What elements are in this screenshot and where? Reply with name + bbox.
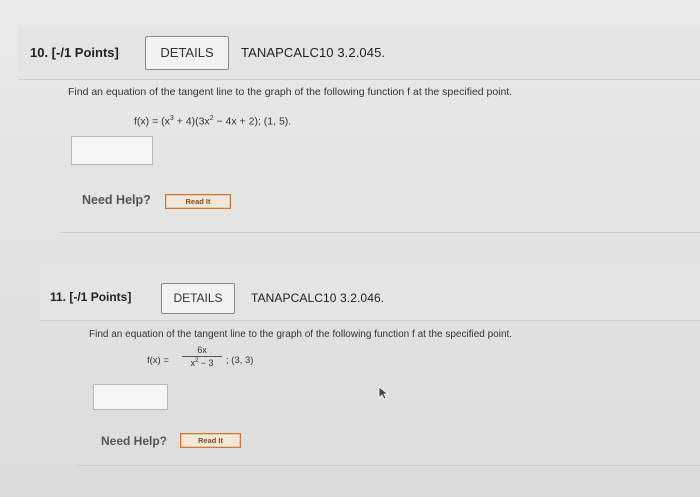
formula-part: f(x) = (x — [134, 115, 170, 128]
problem-number: 10. [-/1 Points] — [30, 45, 119, 60]
details-button[interactable]: DETAILS — [145, 36, 229, 70]
read-it-button[interactable]: Read It — [165, 194, 231, 209]
divider — [60, 232, 700, 233]
problem-number: 11. [-/1 Points] — [50, 290, 132, 304]
den-rest: − 3 — [198, 358, 214, 368]
mouse-pointer-icon — [378, 386, 390, 400]
problem-code: TANAPCALC10 3.2.045. — [241, 45, 386, 60]
answer-input[interactable] — [93, 384, 168, 410]
function-formula: f(x) = (x3 + 4)(3x2 − 4x + 2); (1, 5). — [134, 115, 291, 128]
problem-code: TANAPCALC10 3.2.046. — [251, 291, 385, 305]
read-it-button[interactable]: Read It — [180, 433, 241, 448]
formula-point: ; (3, 3) — [226, 355, 254, 366]
formula-lhs: f(x) = — [147, 355, 169, 366]
fraction-numerator: 6x — [197, 345, 207, 355]
problem-instruction: Find an equation of the tangent line to … — [89, 329, 513, 340]
formula-part: + 4)(3x — [173, 115, 210, 128]
divider — [77, 465, 700, 466]
answer-input[interactable] — [71, 136, 153, 165]
formula-fraction: 6x x2 − 3 — [182, 345, 222, 368]
problem-10: 10. [-/1 Points] DETAILS TANAPCALC10 3.2… — [0, 0, 700, 245]
details-button[interactable]: DETAILS — [161, 283, 235, 314]
webassign-page: 10. [-/1 Points] DETAILS TANAPCALC10 3.2… — [0, 0, 700, 497]
problem-instruction: Find an equation of the tangent line to … — [68, 86, 513, 98]
problem-11: 11. [-/1 Points] DETAILS TANAPCALC10 3.2… — [0, 248, 700, 497]
fraction-bar — [182, 356, 222, 357]
fraction-denominator: x2 − 3 — [182, 358, 222, 368]
need-help-label: Need Help? — [101, 434, 168, 448]
formula-part: − 4x + 2); (1, 5). — [213, 115, 292, 128]
need-help-label: Need Help? — [82, 193, 151, 207]
